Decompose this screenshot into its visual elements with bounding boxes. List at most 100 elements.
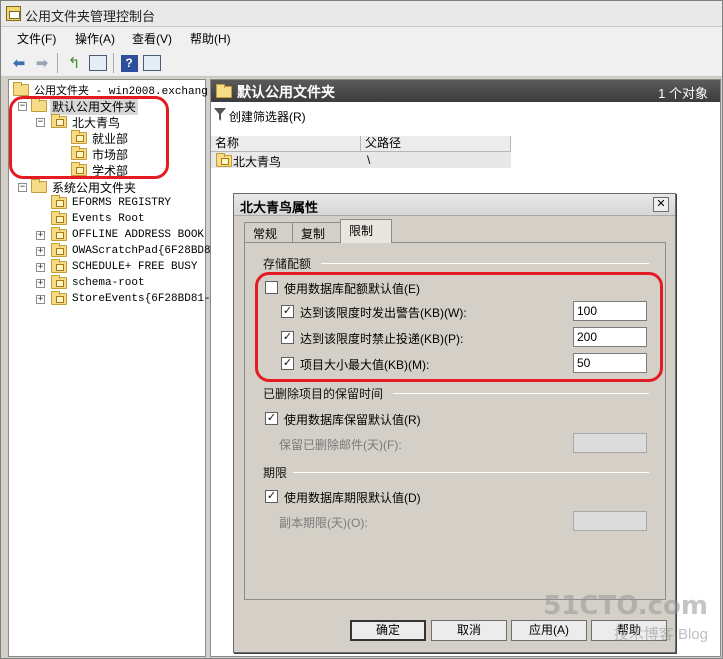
replica-age-days-field[interactable] [573,511,647,531]
menu-view[interactable]: 查看(V) [130,30,174,47]
watermark-text: 技术博客 Blog [613,626,708,643]
tree-item-system-child[interactable]: OFFLINE ADDRESS BOOK [51,227,206,243]
tree-item-child[interactable]: 学术部 [71,162,130,178]
deleted-retention-group-label: 已删除项目的保留时间 [263,387,384,401]
public-folder-icon [71,130,87,144]
create-filter-link[interactable]: 创建筛选器(R) [229,108,306,125]
toolbar-separator [113,53,114,73]
maxitem-label: 项目大小最大值(KB)(M): [300,358,430,372]
group-divider [393,393,649,394]
tree-item-system-child[interactable]: Events Root [51,211,147,227]
toolbar-separator [57,53,58,73]
help-icon[interactable]: ? [119,53,139,73]
tree-item-child[interactable]: 就业部 [71,130,130,146]
result-pane-title: 默认公用文件夹 [237,84,335,100]
menu-file[interactable]: 文件(F) [15,30,58,47]
expand-icon[interactable]: + [36,279,45,288]
dialog-titlebar: 北大青鸟属性 ✕ [234,194,675,216]
dialog-title: 北大青鸟属性 [240,200,319,215]
folder-icon [31,98,47,112]
group-divider [321,263,649,264]
use-db-quota-label: 使用数据库配额默认值(E) [284,282,420,296]
use-db-retention-label: 使用数据库保留默认值(R) [284,413,421,427]
back-icon[interactable]: ⬅ [9,53,29,73]
ok-button[interactable]: 确定 [350,620,426,641]
expand-icon[interactable]: + [36,231,45,240]
tab-panel-limits: 存储配额 使用数据库配额默认值(E) ✓ 达到该限度时发出警告(KB)(W): … [244,242,666,600]
watermark-logo: 51CTO.com [543,591,708,621]
tab-general[interactable]: 常规 [244,222,294,242]
row-parent-path: \ [367,153,371,167]
menu-bar: 文件(F) 操作(A) 查看(V) 帮助(H) [1,27,722,49]
public-folder-icon [51,259,67,273]
group-divider [293,472,649,473]
column-name[interactable]: 名称 [211,136,361,152]
close-icon[interactable]: ✕ [653,197,669,212]
public-folder-icon [51,114,67,128]
mmc-window: 公用文件夹管理控制台 文件(F) 操作(A) 查看(V) 帮助(H) ⬅ ➡ ↰… [0,0,723,659]
show-action-pane-icon[interactable] [142,53,162,73]
tree-item-system-child[interactable]: SCHEDULE+ FREE BUSY [51,259,199,275]
forward-icon[interactable]: ➡ [32,53,52,73]
tree-item-system-child[interactable]: OWAScratchPad{6F28BD81 [51,243,219,259]
tree-item-system-child[interactable]: schema-root [51,275,147,291]
show-hide-tree-icon[interactable] [88,53,108,73]
collapse-icon[interactable]: − [18,183,27,192]
tree-item-default-public-folders[interactable]: 默认公用文件夹 [31,97,139,115]
window-title: 公用文件夹管理控制台 [25,9,156,24]
expand-icon[interactable]: + [36,247,45,256]
use-db-age-checkbox[interactable]: ✓ [265,490,278,503]
row-name: 北大青鸟 [233,155,282,169]
storage-quota-group-label: 存储配额 [263,257,312,271]
up-folder-icon[interactable]: ↰ [64,53,84,73]
filter-icon [214,108,226,121]
menu-action[interactable]: 操作(A) [73,30,117,47]
use-db-quota-checkbox[interactable] [265,281,278,294]
result-pane-header: 默认公用文件夹 1 个对象 [211,80,720,102]
object-count: 1 个对象 [658,86,708,101]
warn-limit-field[interactable] [573,301,647,321]
public-folder-icon [51,211,67,225]
public-folder-icon [71,162,87,176]
prohibit-limit-field[interactable] [573,327,647,347]
console-tree: 公用文件夹 - win2008.exchang − 默认公用文件夹 − 北大青鸟… [8,79,217,657]
tree-item-system-child[interactable]: StoreEvents{6F28BD81-5 [51,291,219,307]
folder-icon [13,82,29,96]
collapse-icon[interactable]: − [36,118,45,127]
keep-deleted-days-field[interactable] [573,433,647,453]
public-folder-console-icon [6,6,21,21]
list-item[interactable]: 北大青鸟 \ [211,152,511,169]
cancel-button[interactable]: 取消 [431,620,507,641]
public-folder-icon [216,153,232,167]
window-titlebar: 公用文件夹管理控制台 [1,1,722,27]
tree-item-child[interactable]: 市场部 [71,146,130,162]
menu-help[interactable]: 帮助(H) [188,30,233,47]
tab-replication[interactable]: 复制 [292,222,342,242]
toolbar: ⬅ ➡ ↰ ? [1,49,722,77]
collapse-icon[interactable]: − [18,102,27,111]
warn-checkbox[interactable]: ✓ [281,305,294,318]
list-header: 名称 父路径 [211,136,511,152]
replica-age-label: 副本期限(天)(O): [279,516,368,530]
tree-item-system-public-folders[interactable]: 系统公用文件夹 [31,179,138,195]
expand-icon[interactable]: + [36,263,45,272]
warn-label: 达到该限度时发出警告(KB)(W): [300,306,467,320]
folder-icon [216,84,232,98]
properties-dialog: 北大青鸟属性 ✕ 常规 复制 限制 存储配额 使用数据库配额默认值(E) ✓ 达… [233,193,676,653]
action-bar[interactable]: 创建筛选器(R) [211,104,720,126]
public-folder-icon [51,243,67,257]
keep-deleted-label: 保留已删除邮件(天)(F): [279,438,402,452]
tree-root[interactable]: 公用文件夹 - win2008.exchang [13,82,210,98]
maxitem-checkbox[interactable]: ✓ [281,357,294,370]
use-db-retention-checkbox[interactable]: ✓ [265,412,278,425]
tree-item-org[interactable]: 北大青鸟 [51,114,122,130]
maxitem-size-field[interactable] [573,353,647,373]
public-folder-icon [51,227,67,241]
public-folder-icon [51,195,67,209]
tab-limits[interactable]: 限制 [340,219,392,243]
column-parent-path[interactable]: 父路径 [361,136,511,152]
apply-button[interactable]: 应用(A) [511,620,587,641]
tree-item-system-child[interactable]: EFORMS REGISTRY [51,195,173,211]
prohibit-checkbox[interactable]: ✓ [281,331,294,344]
expand-icon[interactable]: + [36,295,45,304]
